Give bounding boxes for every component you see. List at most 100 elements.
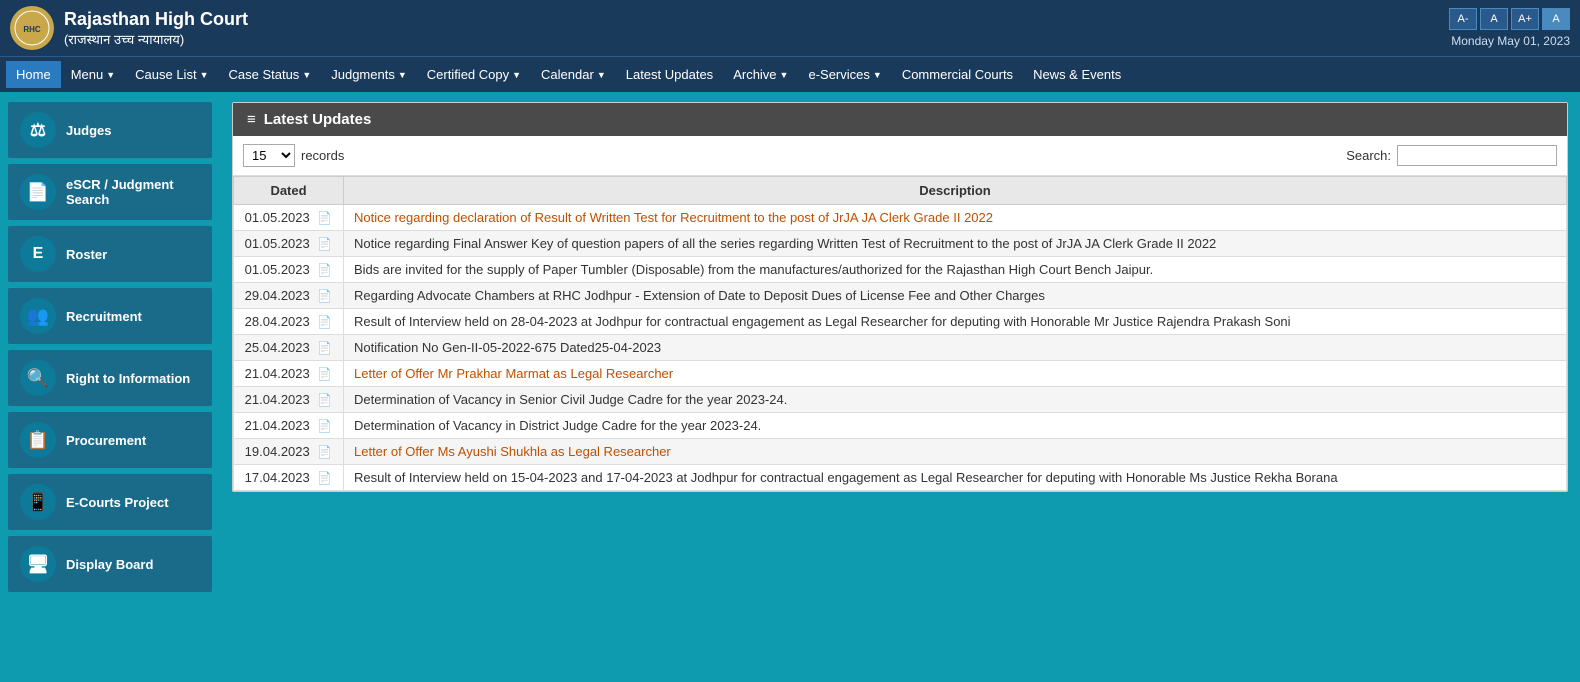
search-input[interactable] — [1397, 145, 1557, 166]
sidebar-item-roster[interactable]: E Roster — [8, 226, 212, 282]
col-dated: Dated — [234, 177, 344, 205]
ecourts-icon: 📱 — [20, 484, 56, 520]
rti-icon: 🔍 — [20, 360, 56, 396]
description-cell: Result of Interview held on 15-04-2023 a… — [344, 465, 1567, 491]
description-link[interactable]: Letter of Offer Mr Prakhar Marmat as Leg… — [354, 366, 673, 381]
procurement-icon: 📋 — [20, 422, 56, 458]
description-link[interactable]: Letter of Offer Ms Ayushi Shukhla as Leg… — [354, 444, 671, 459]
latest-updates-header: ≡ Latest Updates — [233, 103, 1567, 136]
pdf-icon: 📄 — [317, 341, 332, 355]
records-label: records — [301, 148, 344, 163]
escr-icon: 📄 — [20, 174, 56, 210]
nav-latest-updates[interactable]: Latest Updates — [616, 61, 723, 88]
sidebar-item-display-board[interactable]: 🖥 Display Board — [8, 536, 212, 592]
date-cell: 21.04.2023 📄 — [234, 387, 344, 413]
list-icon: ≡ — [247, 111, 256, 128]
sidebar-judges-label: Judges — [66, 123, 112, 138]
lu-toolbar: 15 25 50 100 records Search: — [233, 136, 1567, 176]
font-normal-button[interactable]: A — [1480, 8, 1508, 30]
sidebar-escr-label: eSCR / Judgment Search — [66, 177, 200, 207]
date-cell: 19.04.2023 📄 — [234, 439, 344, 465]
description-cell: Notification No Gen-II-05-2022-675 Dated… — [344, 335, 1567, 361]
certified-copy-arrow: ▼ — [512, 70, 521, 80]
main-area: ⚖ Judges 📄 eSCR / Judgment Search E Rost… — [0, 92, 1580, 682]
nav-menu[interactable]: Menu ▼ — [61, 61, 125, 88]
date-cell: 28.04.2023 📄 — [234, 309, 344, 335]
font-large-button[interactable]: A — [1542, 8, 1570, 30]
font-increase-button[interactable]: A+ — [1511, 8, 1539, 30]
sidebar-item-ecourts[interactable]: 📱 E-Courts Project — [8, 474, 212, 530]
top-right: A- A A+ A Monday May 01, 2023 — [1449, 8, 1570, 48]
description-cell: Result of Interview held on 28-04-2023 a… — [344, 309, 1567, 335]
cause-list-arrow: ▼ — [200, 70, 209, 80]
description-link[interactable]: Notice regarding declaration of Result o… — [354, 210, 993, 225]
latest-updates-title: Latest Updates — [264, 111, 372, 128]
nav-cause-list[interactable]: Cause List ▼ — [125, 61, 218, 88]
recruitment-icon: 👥 — [20, 298, 56, 334]
table-row: 19.04.2023 📄 Letter of Offer Ms Ayushi Sh… — [234, 439, 1567, 465]
court-title: Rajasthan High Court (राजस्थान उच्च न्या… — [64, 9, 248, 48]
navbar: Home Menu ▼ Cause List ▼ Case Status ▼ J… — [0, 56, 1580, 92]
pdf-icon: 📄 — [317, 393, 332, 407]
table-row: 01.05.2023 📄Bids are invited for the sup… — [234, 257, 1567, 283]
pdf-icon: 📄 — [317, 445, 332, 459]
date-cell: 25.04.2023 📄 — [234, 335, 344, 361]
description-cell: Determination of Vacancy in Senior Civil… — [344, 387, 1567, 413]
judges-icon: ⚖ — [20, 112, 56, 148]
search-label: Search: — [1346, 148, 1391, 163]
updates-table: Dated Description 01.05.2023 📄Notice reg… — [233, 176, 1567, 491]
sidebar-rti-label: Right to Information — [66, 371, 190, 386]
sidebar-ecourts-label: E-Courts Project — [66, 495, 169, 510]
date-cell: 17.04.2023 📄 — [234, 465, 344, 491]
sidebar-item-rti[interactable]: 🔍 Right to Information — [8, 350, 212, 406]
font-decrease-button[interactable]: A- — [1449, 8, 1477, 30]
sidebar-item-judges[interactable]: ⚖ Judges — [8, 102, 212, 158]
nav-calendar[interactable]: Calendar ▼ — [531, 61, 616, 88]
nav-commercial-courts[interactable]: Commercial Courts — [892, 61, 1023, 88]
date-cell: 21.04.2023 📄 — [234, 413, 344, 439]
table-row: 17.04.2023 📄Result of Interview held on … — [234, 465, 1567, 491]
menu-arrow: ▼ — [106, 70, 115, 80]
lu-toolbar-right: Search: — [1346, 145, 1557, 166]
sidebar-procurement-label: Procurement — [66, 433, 146, 448]
font-controls: A- A A+ A — [1449, 8, 1570, 30]
court-logo: RHC — [10, 6, 54, 50]
nav-archive[interactable]: Archive ▼ — [723, 61, 798, 88]
nav-judgments[interactable]: Judgments ▼ — [321, 61, 417, 88]
sidebar-item-procurement[interactable]: 📋 Procurement — [8, 412, 212, 468]
content-panel: ≡ Latest Updates 15 25 50 100 records Se… — [220, 92, 1580, 682]
nav-certified-copy[interactable]: Certified Copy ▼ — [417, 61, 531, 88]
description-cell: Notice regarding Final Answer Key of que… — [344, 231, 1567, 257]
description-cell: Letter of Offer Mr Prakhar Marmat as Leg… — [344, 361, 1567, 387]
judgments-arrow: ▼ — [398, 70, 407, 80]
calendar-arrow: ▼ — [597, 70, 606, 80]
table-row: 01.05.2023 📄Notice regarding Final Answe… — [234, 231, 1567, 257]
date-cell: 29.04.2023 📄 — [234, 283, 344, 309]
description-cell: Determination of Vacancy in District Jud… — [344, 413, 1567, 439]
nav-case-status[interactable]: Case Status ▼ — [218, 61, 321, 88]
sidebar-item-recruitment[interactable]: 👥 Recruitment — [8, 288, 212, 344]
pdf-icon: 📄 — [317, 263, 332, 277]
latest-updates-box: ≡ Latest Updates 15 25 50 100 records Se… — [232, 102, 1568, 492]
description-cell: Letter of Offer Ms Ayushi Shukhla as Leg… — [344, 439, 1567, 465]
nav-eservices[interactable]: e-Services ▼ — [798, 61, 891, 88]
sidebar: ⚖ Judges 📄 eSCR / Judgment Search E Rost… — [0, 92, 220, 682]
nav-news-events[interactable]: News & Events — [1023, 61, 1131, 88]
nav-home[interactable]: Home — [6, 61, 61, 88]
sidebar-recruitment-label: Recruitment — [66, 309, 142, 324]
description-cell: Notice regarding declaration of Result o… — [344, 205, 1567, 231]
court-name-hindi: (राजस्थान उच्च न्यायालय) — [64, 30, 248, 48]
pdf-icon: 📄 — [317, 237, 332, 251]
pdf-icon: 📄 — [317, 367, 332, 381]
logo-area: RHC Rajasthan High Court (राजस्थान उच्च … — [10, 6, 248, 50]
date-cell: 21.04.2023 📄 — [234, 361, 344, 387]
sidebar-item-escr[interactable]: 📄 eSCR / Judgment Search — [8, 164, 212, 220]
pdf-icon: 📄 — [317, 315, 332, 329]
case-status-arrow: ▼ — [302, 70, 311, 80]
lu-toolbar-left: 15 25 50 100 records — [243, 144, 344, 167]
date-cell: 01.05.2023 📄 — [234, 205, 344, 231]
records-select[interactable]: 15 25 50 100 — [243, 144, 295, 167]
pdf-icon: 📄 — [317, 471, 332, 485]
table-row: 01.05.2023 📄 Notice regarding declaration… — [234, 205, 1567, 231]
roster-icon: E — [20, 236, 56, 272]
